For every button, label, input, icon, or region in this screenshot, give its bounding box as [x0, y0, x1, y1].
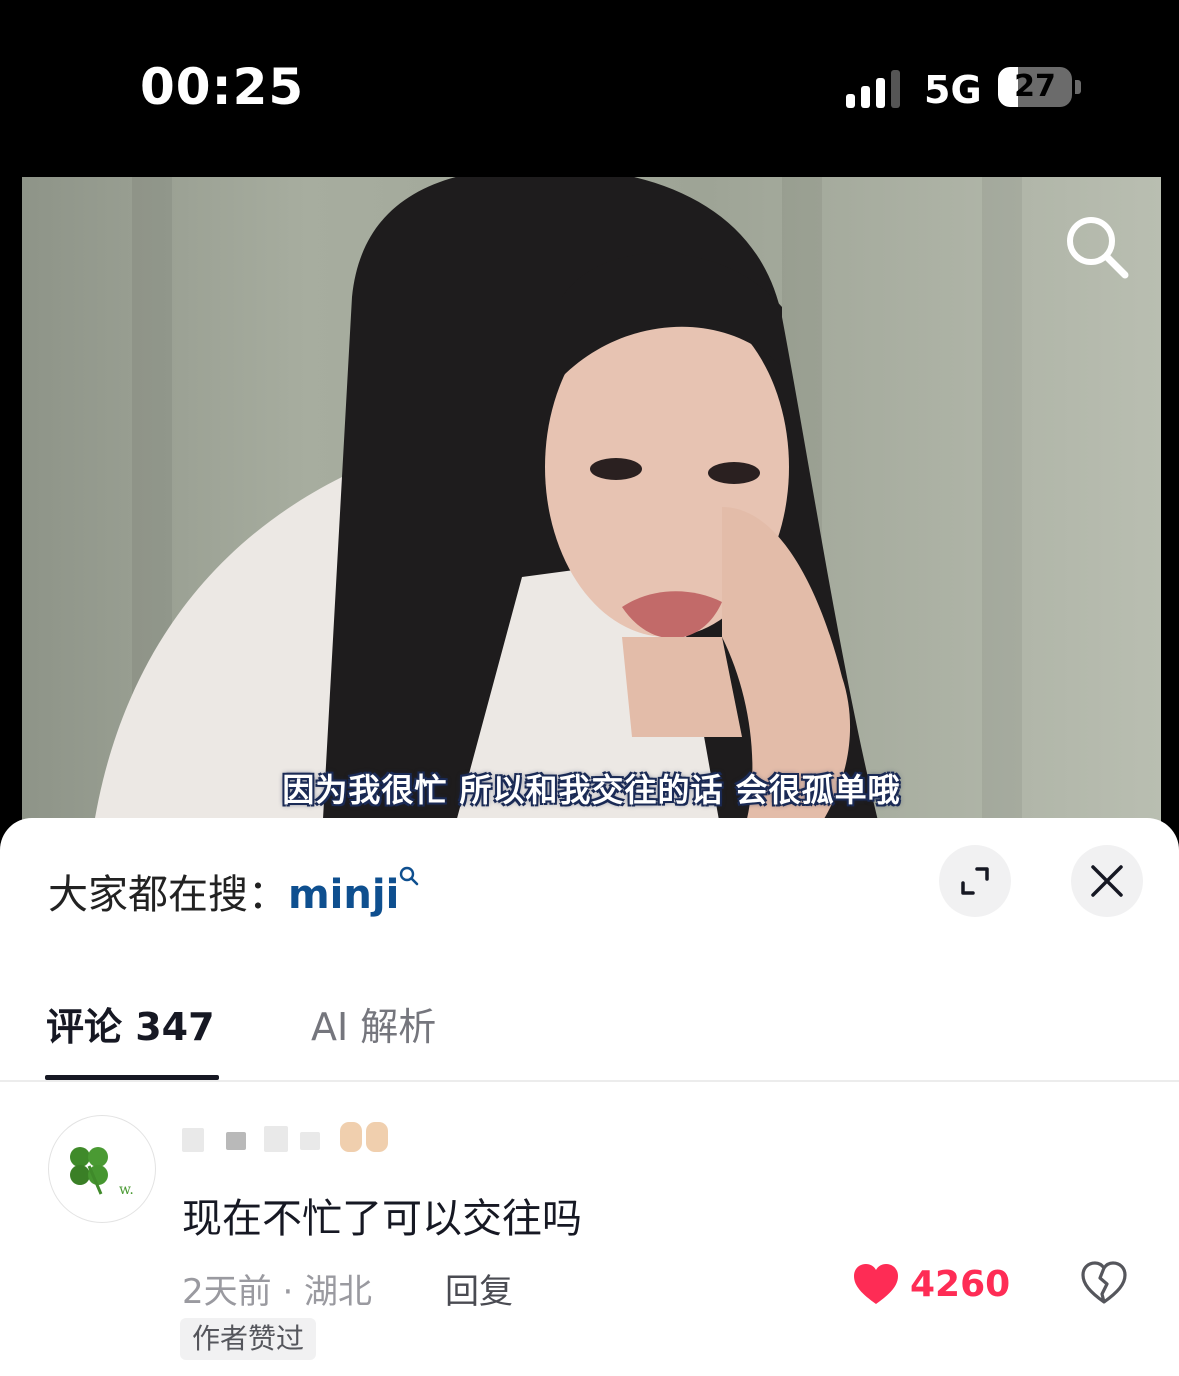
video-subtitle: 因为我很忙 所以和我交往的话 会很孤单哦	[282, 771, 901, 809]
tab-ai-analysis[interactable]: AI 解析	[311, 996, 436, 1051]
svg-text:w.: w.	[119, 1182, 134, 1198]
status-bar: 00:25 5G 27	[0, 0, 1179, 170]
comments-sheet: 大家都在搜：minji 评论 347 AI 解析 w. 现在不忙了可以交往吗 2…	[0, 818, 1179, 1376]
keyword-search-icon	[400, 866, 419, 886]
expand-icon	[961, 867, 989, 895]
battery-percentage: 27	[1014, 69, 1056, 104]
battery-icon: 27	[998, 67, 1072, 107]
video-player[interactable]: 因为我很忙 所以和我交往的话 会很孤单哦	[22, 177, 1161, 837]
trending-search[interactable]: 大家都在搜：minji	[48, 862, 419, 920]
trending-search-keyword[interactable]: minji	[288, 872, 399, 918]
broken-heart-dislike-icon[interactable]	[1080, 1260, 1128, 1306]
network-type: 5G	[924, 68, 982, 112]
expand-button[interactable]	[939, 845, 1011, 917]
clover-avatar-icon: w.	[70, 1147, 134, 1198]
close-button[interactable]	[1071, 845, 1143, 917]
signal-strength-icon	[846, 70, 904, 108]
search-icon[interactable]	[1063, 213, 1131, 281]
close-icon	[1091, 865, 1123, 897]
trending-search-label: 大家都在搜：	[48, 872, 288, 918]
clock-time: 00:25	[140, 58, 305, 116]
comment-meta: 2天前 · 湖北	[182, 1272, 373, 1312]
avatar[interactable]: w.	[48, 1115, 156, 1223]
tab-comments[interactable]: 评论 347	[46, 996, 215, 1051]
heart-like-icon[interactable]	[852, 1262, 900, 1306]
raised-hands-emoji-icon	[340, 1122, 388, 1152]
username-redacted[interactable]	[182, 1120, 332, 1156]
divider	[0, 1080, 1179, 1082]
reply-button[interactable]: 回复	[445, 1264, 513, 1313]
author-liked-badge: 作者赞过	[180, 1318, 317, 1360]
like-count: 4260	[910, 1264, 1011, 1305]
video-frame-person	[92, 177, 882, 837]
battery-cap	[1075, 80, 1081, 94]
comment-text: 现在不忙了可以交往吗	[182, 1196, 582, 1242]
